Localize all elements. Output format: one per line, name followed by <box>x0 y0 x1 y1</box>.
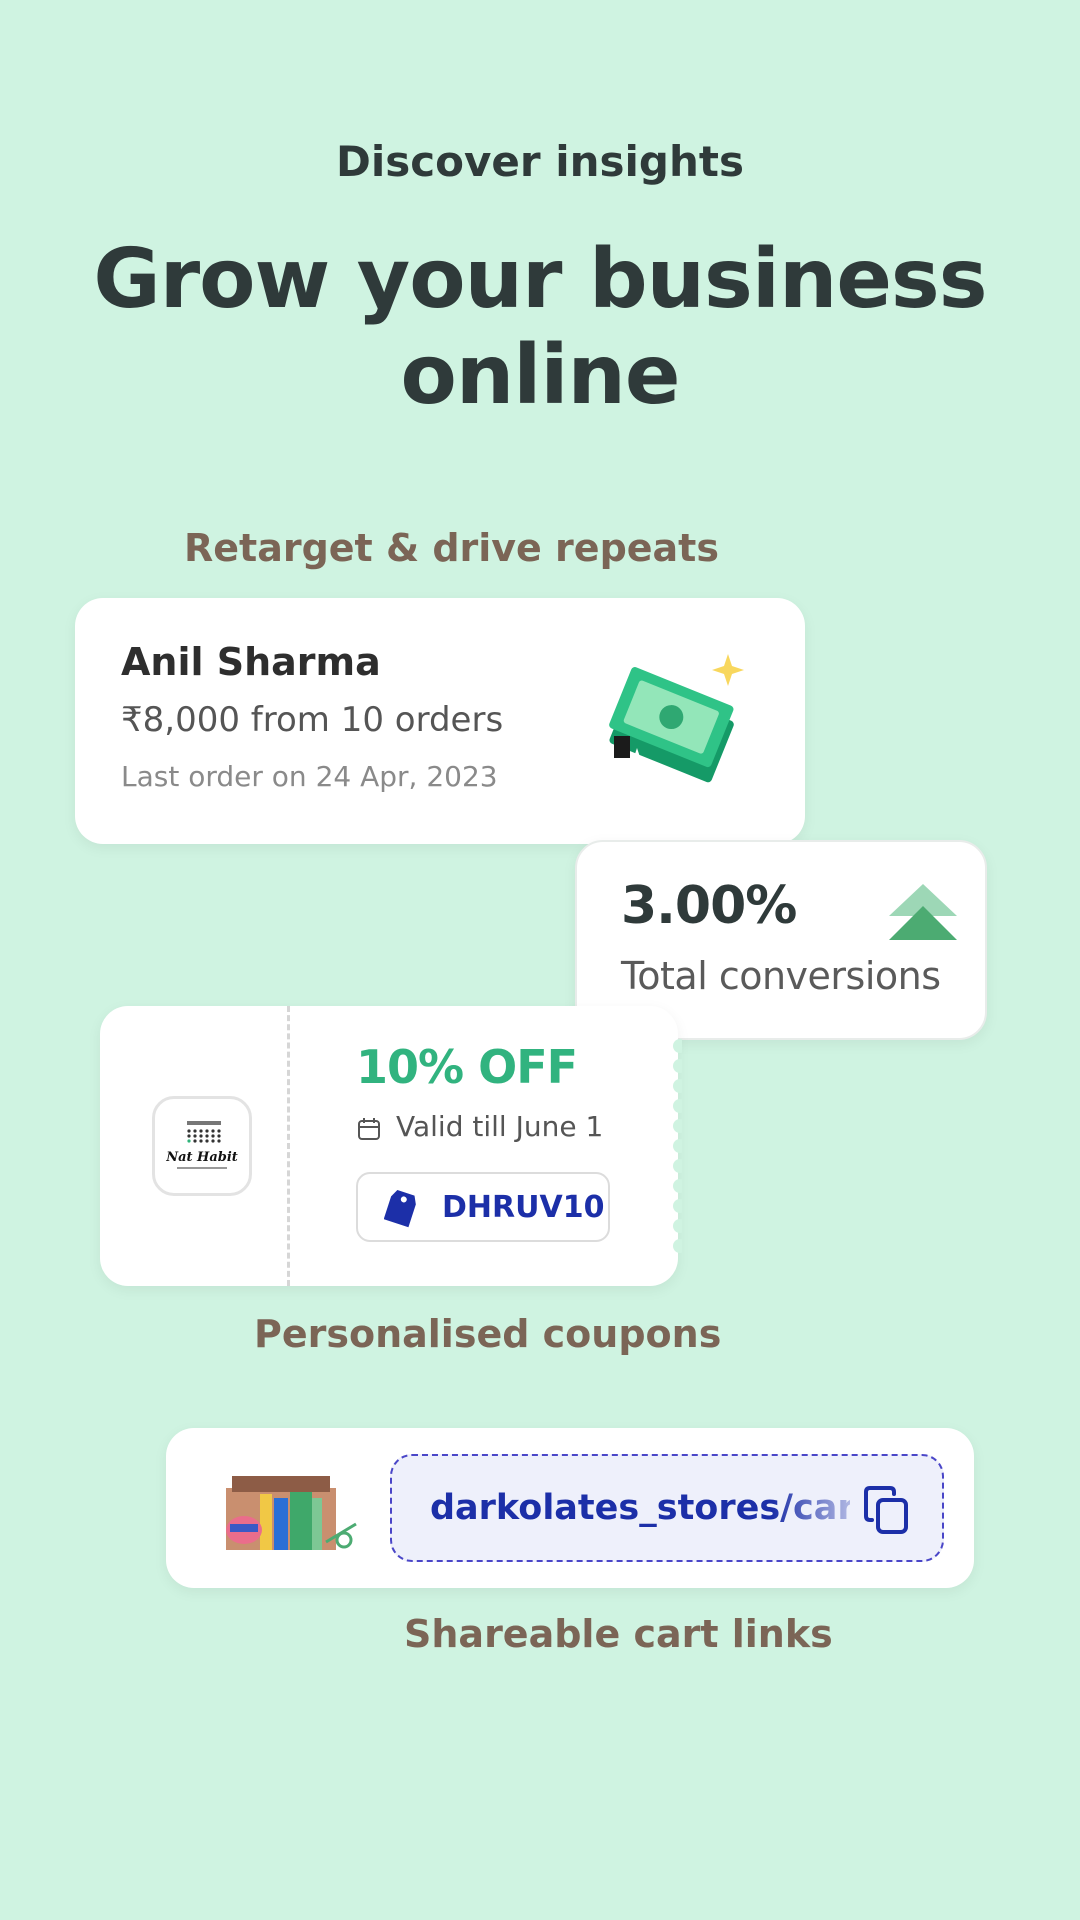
cart-link-field[interactable]: darkolates_stores/cart/ <box>390 1454 944 1562</box>
coupon-card: Nat Habit 10% OFF Valid till June 1 DHRU… <box>100 1006 682 1286</box>
coupon-divider <box>287 1006 290 1286</box>
brand-logo-image: Nat Habit <box>165 1121 238 1169</box>
tag-icon <box>384 1190 416 1228</box>
copy-icon[interactable] <box>862 1482 914 1538</box>
retarget-label: Retarget & drive repeats <box>184 526 719 570</box>
coupon-code-chip[interactable]: DHRUV10 <box>356 1172 610 1242</box>
coupon-validity: Valid till June 1 <box>396 1110 604 1143</box>
conversion-rate: 3.00% <box>621 876 797 936</box>
page-title-line-2: online <box>400 328 681 423</box>
coupon-discount: 10% OFF <box>356 1040 578 1094</box>
customer-last-order: Last order on 24 Apr, 2023 <box>121 760 498 793</box>
coupon-scallop-edge <box>673 1039 682 1253</box>
customer-card: Anil Sharma ₹8,000 from 10 orders Last o… <box>75 598 805 844</box>
money-sparkle-icon <box>609 654 744 783</box>
brand-logo: Nat Habit <box>152 1096 252 1196</box>
double-chevron-up-icon <box>889 884 957 940</box>
customer-name: Anil Sharma <box>121 640 381 684</box>
page-title: Grow your business online <box>90 232 990 424</box>
cart-link-card: darkolates_stores/cart/ <box>166 1428 974 1588</box>
products-box-icon <box>226 1476 357 1550</box>
cart-link-label: Shareable cart links <box>404 1612 833 1656</box>
page-title-line-1: Grow your business <box>93 232 987 327</box>
calendar-icon <box>358 1118 380 1140</box>
coupon-label: Personalised coupons <box>254 1312 722 1356</box>
coupon-code: DHRUV10 <box>442 1190 605 1225</box>
eyebrow-text: Discover insights <box>336 137 744 186</box>
customer-order-summary: ₹8,000 from 10 orders <box>121 700 504 740</box>
svg-text:Nat Habit: Nat Habit <box>165 1150 238 1165</box>
conversion-label: Total conversions <box>621 954 941 998</box>
